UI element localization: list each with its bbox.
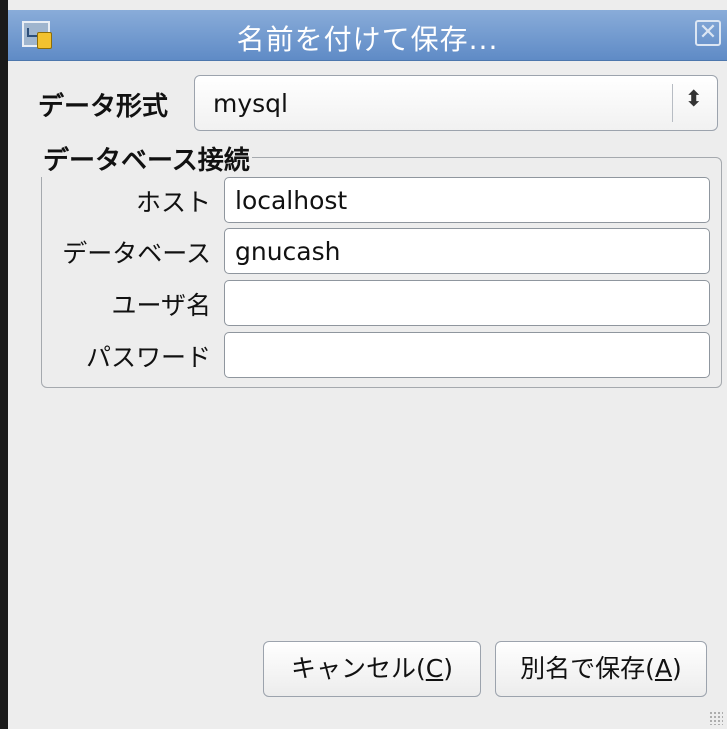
updown-chevron-icon: ⬍: [684, 87, 703, 112]
username-label: ユーザ名: [111, 291, 211, 320]
data-format-value: mysql: [213, 89, 288, 118]
close-icon[interactable]: ✕: [695, 20, 721, 46]
title-bar[interactable]: 名前を付けて保存... ✕: [8, 10, 727, 61]
data-format-select[interactable]: mysql ⬍: [194, 75, 718, 131]
select-divider: [672, 84, 673, 122]
host-input[interactable]: [224, 177, 710, 223]
password-label: パスワード: [85, 343, 211, 372]
save-as-button[interactable]: 別名で保存(A): [495, 641, 707, 697]
host-label: ホスト: [135, 188, 211, 217]
password-input[interactable]: [224, 332, 710, 378]
window-title: 名前を付けて保存...: [236, 23, 499, 56]
data-format-label: データ形式: [38, 92, 169, 122]
username-input[interactable]: [224, 280, 710, 326]
database-connection-title: データベース接続: [41, 140, 252, 177]
database-label: データベース: [62, 239, 211, 268]
database-input[interactable]: [224, 228, 710, 274]
resize-grip-icon[interactable]: [709, 711, 723, 725]
save-as-dialog: 名前を付けて保存... ✕ データ形式 mysql ⬍ データベース接続 ホスト…: [0, 0, 727, 729]
cancel-button[interactable]: キャンセル(C): [263, 641, 481, 697]
